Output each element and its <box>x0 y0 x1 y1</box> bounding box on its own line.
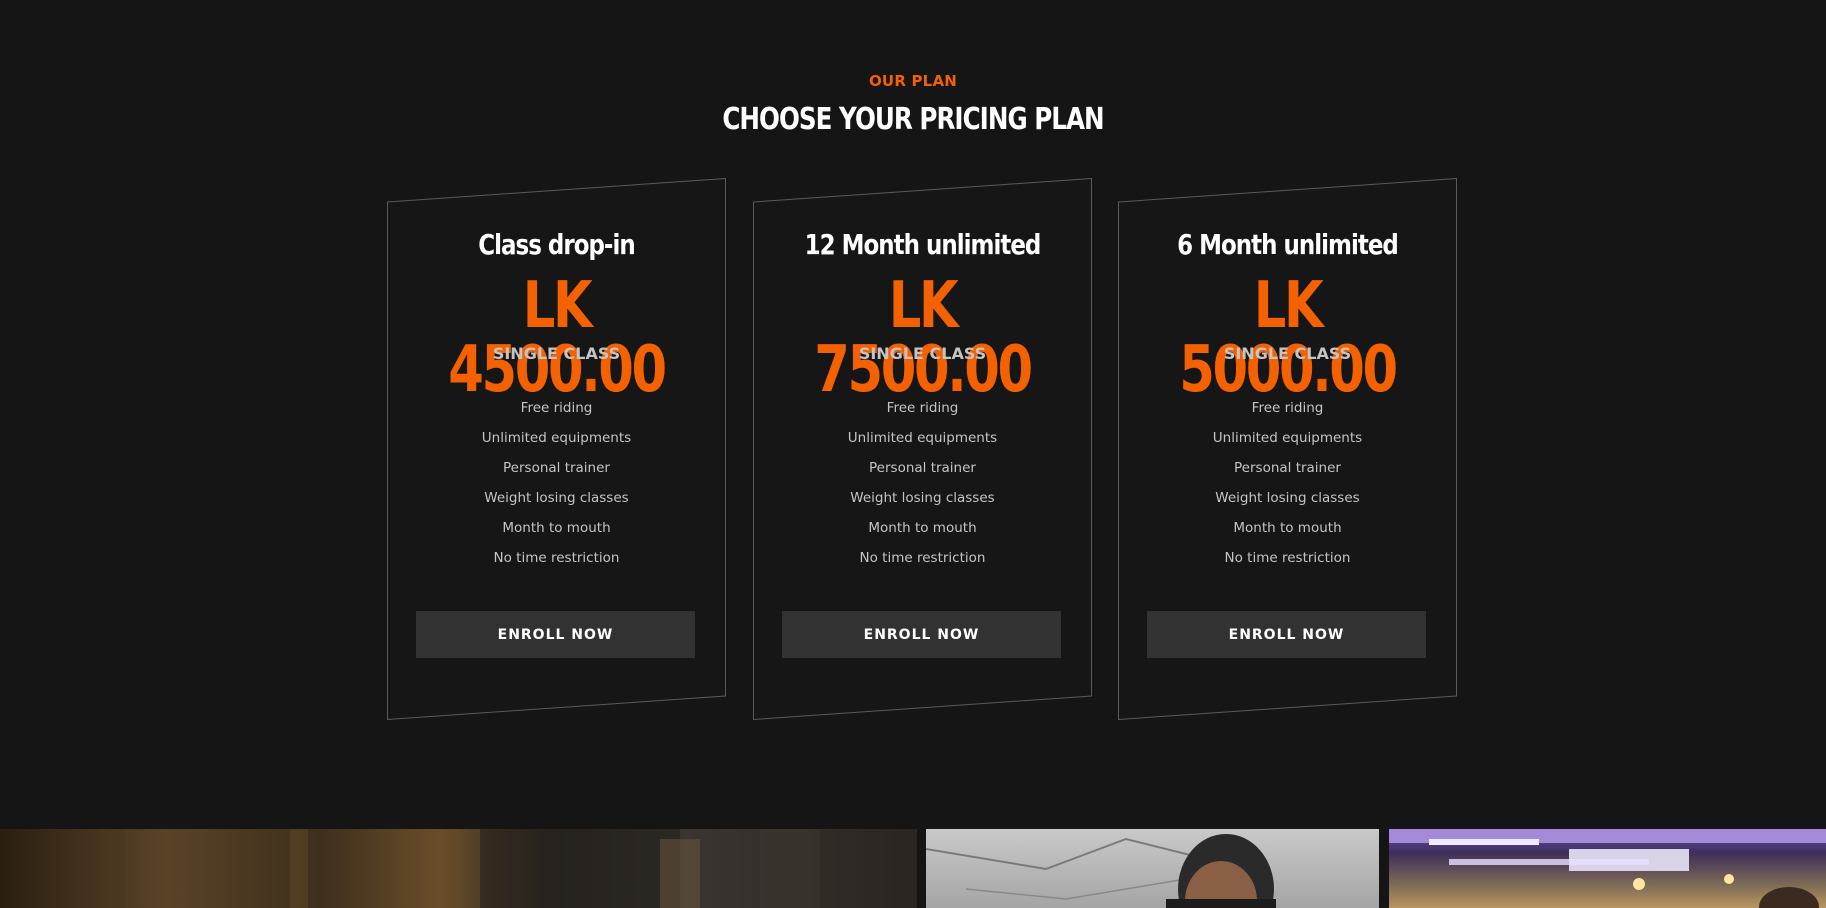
feature-item: Month to mouth <box>868 520 977 536</box>
feature-item: Personal trainer <box>1234 460 1341 476</box>
feature-item: Month to mouth <box>1233 520 1342 536</box>
gym-interior-image <box>100 829 820 908</box>
enroll-now-button[interactable]: ENROLL NOW <box>1147 611 1426 658</box>
plan-name: 12 Month unlimited <box>804 228 1042 261</box>
feature-item: No time restriction <box>1224 550 1351 566</box>
feature-item: No time restriction <box>493 550 620 566</box>
gym-ceiling-image <box>1389 829 1826 908</box>
feature-list: Free riding Unlimited equipments Persona… <box>387 400 726 580</box>
section-eyebrow: OUR PLAN <box>868 72 958 90</box>
feature-item: Unlimited equipments <box>847 430 998 446</box>
section-header: OUR PLAN CHOOSE YOUR PRICING PLAN <box>0 72 1826 137</box>
enroll-now-button[interactable]: ENROLL NOW <box>782 611 1061 658</box>
feature-item: Free riding <box>1251 400 1324 416</box>
feature-list: Free riding Unlimited equipments Persona… <box>1118 400 1457 580</box>
feature-item: Free riding <box>886 400 959 416</box>
enroll-now-button[interactable]: ENROLL NOW <box>416 611 695 658</box>
plan-price: LK 7500.00 <box>814 269 1033 407</box>
pricing-page: OUR PLAN CHOOSE YOUR PRICING PLAN Class … <box>0 0 1826 908</box>
plan-name: 6 Month unlimited <box>1177 228 1399 261</box>
feature-item: Weight losing classes <box>484 490 629 506</box>
feature-item: Personal trainer <box>503 460 610 476</box>
plan-unit: SINGLE CLASS <box>1223 344 1352 363</box>
pricing-card: 12 Month unlimited LK 7500.00 SINGLE CLA… <box>753 178 1092 720</box>
pricing-card: 6 Month unlimited LK 5000.00 SINGLE CLAS… <box>1118 178 1457 720</box>
feature-item: Personal trainer <box>869 460 976 476</box>
feature-item: Month to mouth <box>502 520 611 536</box>
feature-item: Unlimited equipments <box>1212 430 1363 446</box>
feature-list: Free riding Unlimited equipments Persona… <box>753 400 1092 580</box>
plan-price: LK 4500.00 <box>448 269 667 407</box>
gallery-photo[interactable] <box>0 829 917 908</box>
feature-item: Free riding <box>520 400 593 416</box>
gallery-photo[interactable] <box>1389 829 1826 908</box>
athlete-portrait-image <box>926 834 1276 908</box>
plan-price: LK 5000.00 <box>1179 269 1398 407</box>
plan-unit: SINGLE CLASS <box>858 344 987 363</box>
pricing-card: Class drop-in LK 4500.00 SINGLE CLASS Fr… <box>387 178 726 720</box>
section-title: CHOOSE YOUR PRICING PLAN <box>722 102 1104 137</box>
feature-item: Weight losing classes <box>1215 490 1360 506</box>
gallery-photo[interactable] <box>926 829 1379 908</box>
feature-item: No time restriction <box>859 550 986 566</box>
plan-unit: SINGLE CLASS <box>492 344 621 363</box>
feature-item: Weight losing classes <box>850 490 995 506</box>
photo-gallery <box>0 829 1826 908</box>
feature-item: Unlimited equipments <box>481 430 632 446</box>
plan-name: Class drop-in <box>478 228 635 261</box>
